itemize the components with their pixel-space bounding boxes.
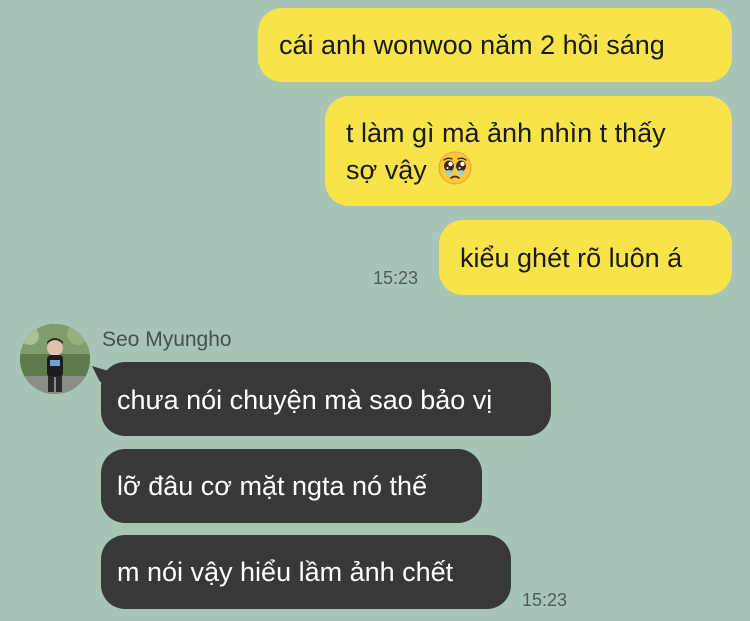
message-text: kiểu ghét rõ luôn á (460, 243, 683, 273)
message-text: m nói vậy hiểu lầm ảnh chết (117, 557, 454, 587)
avatar-photo-icon (20, 324, 90, 394)
incoming-message[interactable]: m nói vậy hiểu lầm ảnh chết (101, 535, 511, 609)
message-text: chưa nói chuyện mà sao bảo vị (117, 385, 493, 415)
message-text: cái anh wonwoo năm 2 hồi sáng (279, 30, 665, 60)
pleading-face-emoji (438, 151, 472, 185)
message-timestamp: 15:23 (373, 268, 419, 288)
contact-name: Seo Myungho (102, 328, 232, 351)
contact-avatar[interactable] (20, 324, 90, 394)
outgoing-message[interactable]: t làm gì mà ảnh nhìn t thấy sợ vậy (325, 96, 732, 206)
outgoing-message[interactable]: kiểu ghét rõ luôn á (439, 220, 732, 295)
message-text-line: t làm gì mà ảnh nhìn t thấy (346, 118, 666, 148)
message-timestamp: 15:23 (522, 590, 568, 610)
message-text: lỡ đâu cơ mặt ngta nó thế (117, 471, 428, 501)
incoming-message[interactable]: chưa nói chuyện mà sao bảo vị (101, 362, 551, 436)
incoming-message[interactable]: lỡ đâu cơ mặt ngta nó thế (101, 449, 482, 523)
message-text-line: sợ vậy (346, 151, 732, 188)
outgoing-message[interactable]: cái anh wonwoo năm 2 hồi sáng (258, 8, 732, 82)
